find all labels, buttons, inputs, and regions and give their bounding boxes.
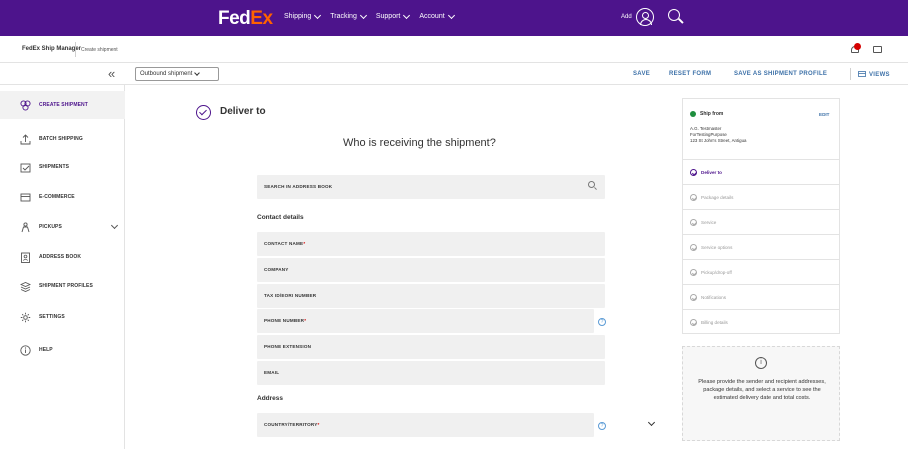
address-line: ForTestingPurpose — [690, 132, 727, 137]
step-service-options[interactable]: Service options — [683, 234, 839, 259]
required-marker: * — [303, 241, 306, 246]
contact-name-field[interactable]: CONTACT NAME* — [257, 232, 605, 256]
chevron-down-icon — [194, 70, 201, 76]
views-button[interactable]: VIEWS — [858, 71, 890, 78]
address-heading: Address — [257, 395, 284, 402]
save-as-profile-button[interactable]: SAVE AS SHIPMENT PROFILE — [734, 71, 827, 77]
batch-upload-icon — [20, 133, 31, 144]
nav-account[interactable]: Account — [419, 11, 455, 20]
pickup-icon — [21, 221, 30, 232]
sidebar-item-ecommerce[interactable]: E-COMMERCE — [0, 183, 125, 211]
check-circle-icon — [690, 294, 697, 301]
gear-icon — [20, 312, 31, 322]
check-circle-icon — [690, 219, 697, 226]
shipments-icon — [20, 163, 31, 172]
required-marker: * — [304, 318, 307, 323]
nav-tracking[interactable]: Tracking — [330, 11, 367, 20]
sidebar-item-pickups[interactable]: PICKUPS — [0, 213, 125, 241]
ship-from-title: Ship from — [700, 111, 724, 117]
help-icon — [20, 344, 31, 356]
check-circle-icon — [690, 319, 697, 326]
search-icon[interactable] — [668, 9, 680, 21]
chevron-down-icon — [447, 11, 455, 19]
chevron-down-icon — [359, 11, 367, 19]
address-book-icon — [21, 252, 30, 263]
notification-badge — [854, 43, 861, 50]
step-package-details[interactable]: Package details — [683, 184, 839, 209]
form-toolbar: « Outbound shipment SAVE RESET FORM SAVE… — [0, 63, 908, 85]
required-marker: * — [317, 422, 320, 427]
email-field[interactable]: EMAIL — [257, 361, 605, 385]
check-circle-icon — [690, 194, 697, 201]
chat-icon[interactable] — [873, 46, 882, 53]
sidebar-item-shipments[interactable]: SHIPMENTS — [0, 153, 125, 181]
check-circle-icon — [690, 269, 697, 276]
contact-details-heading: Contact details — [257, 214, 304, 221]
phone-extension-field[interactable]: PHONE EXTENSION — [257, 335, 605, 359]
notification-bell-icon[interactable] — [851, 43, 861, 54]
step-pickup-dropoff[interactable]: Pickup/drop-off — [683, 259, 839, 284]
app-name: FedEx Ship Manager — [22, 46, 82, 52]
address-line: 123 St John's Street, Antigua — [690, 138, 747, 143]
info-icon: i — [755, 357, 767, 369]
chevron-down-icon — [110, 221, 119, 230]
app-header: FedEx Ship Manager Create shipment — [0, 36, 908, 63]
deliver-to-form: Deliver to Who is receiving the shipment… — [190, 97, 656, 449]
address-line: A.G. Testmaster — [690, 126, 722, 131]
check-circle-icon — [690, 244, 697, 251]
chevron-down-icon — [314, 11, 322, 19]
step-billing-details[interactable]: Billing details — [683, 309, 839, 334]
sidebar: CREATE SHIPMENT BATCH SHIPPING SHIPMENTS… — [0, 85, 125, 449]
chevron-down-icon — [403, 11, 411, 19]
step-notifications[interactable]: Notifications — [683, 284, 839, 309]
phone-help-icon[interactable]: ? — [598, 318, 606, 326]
section-title: Deliver to — [220, 106, 266, 117]
country-territory-select[interactable]: COUNTRY/TERRITORY* — [257, 413, 656, 437]
divider — [850, 68, 851, 80]
main-nav: Shipping Tracking Support Account — [284, 11, 455, 20]
sidebar-item-batch-shipping[interactable]: BATCH SHIPPING — [0, 125, 125, 153]
company-field[interactable]: COMPANY — [257, 258, 605, 282]
views-icon — [858, 71, 866, 77]
estimate-info-text: Please provide the sender and recipient … — [698, 379, 826, 401]
ecommerce-icon — [20, 193, 31, 201]
edit-ship-from-link[interactable]: EDIT — [819, 112, 829, 117]
address-book-search-input[interactable]: SEARCH IN ADDRESS BOOK — [257, 175, 605, 199]
shipment-summary-panel: Ship from EDIT A.G. Testmaster ForTestin… — [682, 98, 840, 334]
breadcrumb[interactable]: Create shipment — [81, 47, 118, 53]
top-navigation-bar: FedEx Shipping Tracking Support Account … — [0, 0, 908, 36]
create-shipment-icon — [20, 99, 31, 111]
country-help-icon[interactable]: ? — [598, 422, 606, 430]
step-service[interactable]: Service — [683, 209, 839, 234]
sidebar-item-settings[interactable]: SETTINGS — [0, 303, 125, 331]
user-account-icon[interactable] — [636, 8, 654, 26]
sidebar-item-address-book[interactable]: ADDRESS BOOK — [0, 243, 125, 271]
sidebar-item-create-shipment[interactable]: CREATE SHIPMENT — [0, 91, 125, 119]
step-check-icon — [196, 105, 211, 120]
profiles-icon — [20, 281, 31, 292]
chevron-down-icon — [647, 418, 656, 427]
fedex-logo[interactable]: FedEx — [218, 8, 273, 30]
add-account-label[interactable]: Add — [621, 14, 632, 20]
shipment-type-select[interactable]: Outbound shipment — [135, 67, 219, 81]
check-complete-icon — [690, 111, 696, 117]
sidebar-item-help[interactable]: HELP — [0, 336, 125, 364]
collapse-sidebar-icon[interactable]: « — [108, 66, 115, 81]
reset-form-button[interactable]: RESET FORM — [669, 71, 711, 77]
tax-id-field[interactable]: TAX ID/EORI NUMBER — [257, 284, 605, 308]
form-question: Who is receiving the shipment? — [343, 137, 496, 149]
sidebar-item-shipment-profiles[interactable]: SHIPMENT PROFILES — [0, 272, 125, 300]
nav-shipping[interactable]: Shipping — [284, 11, 322, 20]
divider — [75, 42, 76, 57]
step-deliver-to[interactable]: Deliver to — [683, 159, 839, 184]
search-icon[interactable] — [588, 181, 595, 188]
estimate-info-box: i Please provide the sender and recipien… — [682, 346, 840, 441]
phone-number-field[interactable]: PHONE NUMBER* — [257, 309, 594, 333]
check-circle-icon — [690, 169, 697, 176]
save-button[interactable]: SAVE — [633, 71, 650, 77]
nav-support[interactable]: Support — [376, 11, 411, 20]
